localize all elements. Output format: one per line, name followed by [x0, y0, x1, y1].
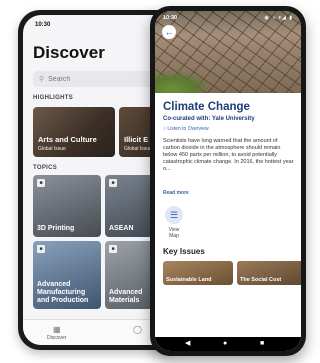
key-issues-heading: Key Issues	[163, 247, 205, 256]
read-more-link[interactable]: Read more	[163, 190, 189, 196]
status-time: 10:30	[163, 15, 178, 21]
status-icons: ◉ ◑ ▾◢ ▮	[264, 15, 293, 21]
issue-card[interactable]: The Social Cost	[237, 261, 301, 285]
topic-detail-screen: 10:30 ◉ ◑ ▾◢ ▮ ← Climate Change Co-curat…	[155, 11, 301, 351]
issue-card[interactable]: Sustainable Land	[163, 261, 233, 285]
view-map-label[interactable]: View Map	[164, 227, 184, 239]
highlight-card[interactable]: Arts and Culture Global Issue	[33, 107, 115, 157]
topic-badge-icon: ■	[37, 179, 45, 187]
play-icon: ○	[163, 126, 167, 132]
topic-badge-icon: ■	[37, 245, 45, 253]
listen-label: Listen to Overview	[167, 126, 209, 132]
back-arrow-icon[interactable]: ←	[162, 25, 176, 39]
highlights-heading: HIGHLIGHTS	[33, 95, 73, 101]
recents-square-icon[interactable]: ■	[260, 340, 264, 348]
highlight-name: Illicit E	[124, 135, 149, 144]
android-nav-bar: ◀ ● ■	[155, 337, 301, 351]
tab-discover[interactable]: Discover	[47, 335, 66, 341]
profile-icon[interactable]: ◯	[133, 325, 142, 334]
highlight-sub: Global Issue	[124, 146, 152, 152]
topic-badge-icon: ■	[109, 245, 117, 253]
overview-text: Scientists have long warned that the amo…	[163, 138, 294, 172]
hero-image: 10:30 ◉ ◑ ▾◢ ▮ ←	[155, 11, 301, 93]
issue-name: The Social Cost	[240, 277, 282, 283]
hero-grass	[155, 71, 210, 93]
issue-name: Sustainable Land	[166, 277, 212, 283]
grid-icon[interactable]: ▦	[53, 325, 61, 334]
listen-link[interactable]: ○ Listen to Overview	[163, 126, 209, 132]
topic-name: 3D Printing	[37, 225, 75, 232]
status-time: 10:30	[35, 22, 51, 28]
search-input[interactable]	[48, 75, 149, 83]
highlight-sub: Global Issue	[38, 146, 66, 152]
front-phone-frame: 10:30 ◉ ◑ ▾◢ ▮ ← Climate Change Co-curat…	[150, 6, 306, 356]
topic-card[interactable]: ■ Advanced Manufacturing and Production	[33, 241, 101, 309]
highlight-name: Arts and Culture	[38, 135, 97, 144]
back-triangle-icon[interactable]: ◀	[185, 340, 190, 348]
article-title: Climate Change	[163, 101, 250, 113]
page-title: Discover	[33, 43, 105, 62]
home-circle-icon[interactable]: ●	[223, 340, 227, 348]
map-icon[interactable]: ☰	[165, 206, 183, 224]
topics-heading: TOPICS	[33, 165, 58, 171]
topic-card[interactable]: ■ 3D Printing	[33, 175, 101, 237]
topic-badge-icon: ■	[109, 179, 117, 187]
topic-name: Advanced Manufacturing and Production	[37, 281, 89, 304]
curator-line: Co-curated with: Yale University	[163, 116, 255, 122]
search-icon: ⚲	[39, 76, 45, 83]
